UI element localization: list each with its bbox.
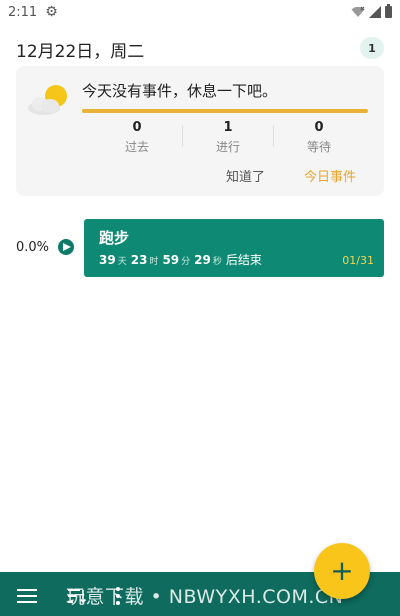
stat-past: 0 过去	[92, 120, 182, 155]
wifi-icon	[351, 6, 365, 17]
date-header: 12月22日，周二	[16, 42, 145, 62]
stat-value: 0	[132, 120, 142, 135]
countdown-days-unit: 天	[117, 257, 127, 267]
partly-cloudy-icon	[28, 85, 67, 115]
summary-message: 今天没有事件，休息一下吧。	[82, 82, 278, 100]
stat-label: 等待	[306, 140, 331, 154]
countdown-minutes-unit: 分	[181, 257, 191, 267]
play-icon[interactable]	[58, 239, 74, 255]
today-events-button[interactable]: 今日事件	[304, 166, 356, 185]
event-title: 跑步	[99, 229, 130, 247]
gear-icon: ⚙	[45, 4, 58, 20]
stat-waiting: 0 等待	[274, 120, 364, 155]
countdown-hours-unit: 时	[149, 257, 159, 267]
signal-icon	[369, 6, 381, 18]
watermark: 玩意下载 • NBWYXH.COM.CN	[66, 586, 344, 608]
event-card[interactable]: 跑步 39 天 23 时 59 分 29 秒后结束 01/31	[84, 219, 384, 277]
countdown-suffix: 后结束	[225, 253, 262, 267]
countdown-minutes: 59	[162, 253, 180, 267]
status-bar: 2:11 ⚙	[0, 0, 400, 24]
event-percent: 0.0%	[16, 240, 50, 255]
stat-ongoing: 1 进行	[183, 120, 273, 155]
stat-value: 0	[314, 120, 324, 135]
countdown-hours: 23	[130, 253, 148, 267]
stat-label: 过去	[124, 140, 149, 154]
stat-label: 进行	[215, 140, 240, 154]
summary-progress-bar	[82, 109, 368, 113]
status-time: 2:11	[8, 4, 38, 20]
plus-icon: +	[330, 554, 354, 587]
stat-value: 1	[223, 120, 233, 135]
countdown-days: 39	[99, 253, 116, 267]
menu-icon[interactable]	[17, 589, 37, 603]
status-icons	[351, 4, 392, 18]
add-event-button[interactable]: +	[314, 543, 370, 599]
event-count-badge[interactable]: 1	[360, 37, 384, 59]
acknowledge-button[interactable]: 知道了	[226, 166, 265, 185]
countdown-seconds: 29	[194, 253, 211, 267]
summary-card: 今天没有事件，休息一下吧。 0 过去 1 进行 0 等待 知道了 今日事件	[16, 66, 384, 196]
battery-icon	[385, 4, 392, 18]
event-countdown: 39 天 23 时 59 分 29 秒后结束	[99, 251, 262, 268]
countdown-seconds-unit: 秒	[212, 257, 222, 267]
event-progress: 01/31	[342, 254, 374, 267]
